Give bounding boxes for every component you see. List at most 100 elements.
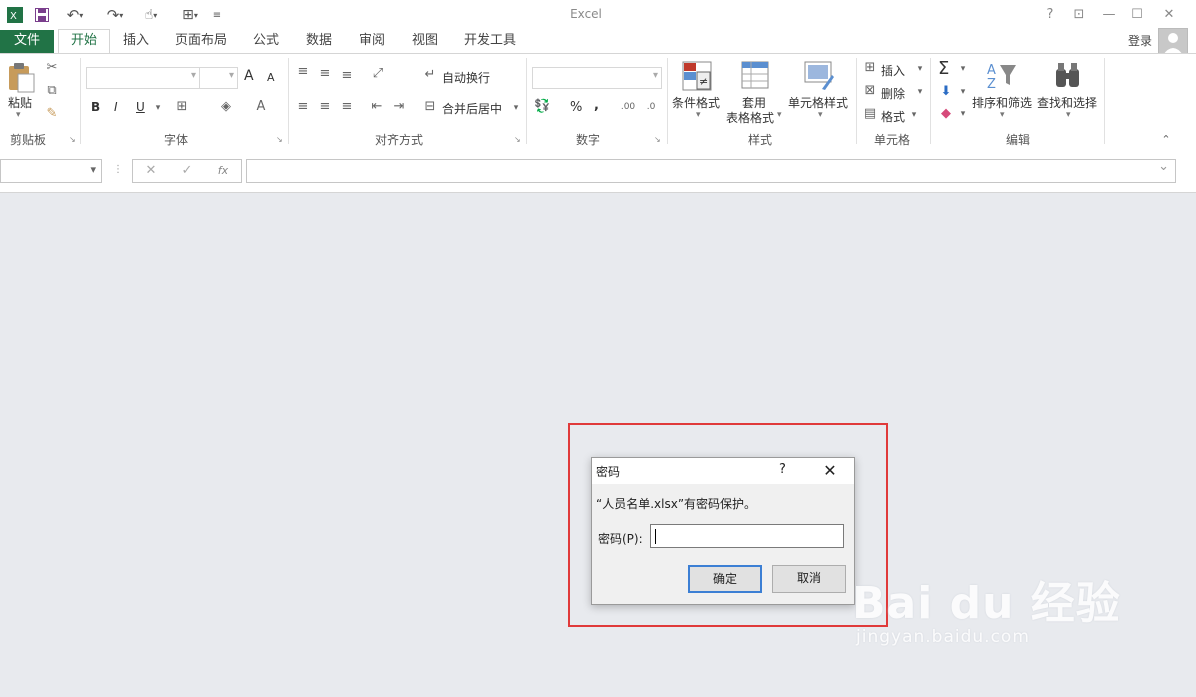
dialog-close-button[interactable]: ✕ xyxy=(818,460,842,482)
shrink-font-button[interactable]: A xyxy=(267,71,275,84)
tab-insert[interactable]: 插入 xyxy=(114,30,158,53)
sort-filter-dropdown-icon[interactable]: ▾ xyxy=(1000,110,1005,120)
tab-data[interactable]: 数据 xyxy=(297,30,341,53)
format-as-table-icon[interactable] xyxy=(741,61,771,91)
conditional-formatting-icon[interactable]: ≠ xyxy=(682,61,712,91)
table-format-dropdown-icon[interactable]: ▾ xyxy=(777,110,782,120)
name-box[interactable] xyxy=(0,159,102,183)
insert-cells-icon[interactable]: ⊞ xyxy=(862,60,878,76)
find-select-icon[interactable] xyxy=(1053,61,1083,91)
bold-button[interactable]: B xyxy=(91,100,100,114)
password-input[interactable] xyxy=(650,524,844,548)
clear-icon[interactable]: ◆ xyxy=(938,106,954,122)
align-right-icon[interactable]: ≡ xyxy=(339,99,355,115)
cancel-button[interactable]: 取消 xyxy=(772,565,846,593)
fill-dropdown-icon[interactable]: ▾ xyxy=(955,84,971,100)
enter-entry-icon[interactable]: ✓ xyxy=(179,163,195,179)
cell-styles-dropdown-icon[interactable]: ▾ xyxy=(818,110,823,120)
accounting-format-icon[interactable]: 💱 xyxy=(534,99,550,115)
close-button[interactable]: ✕ xyxy=(1156,4,1182,26)
paste-dropdown-icon[interactable]: ▾ xyxy=(16,110,21,120)
merge-center-icon[interactable]: ⊟ xyxy=(422,99,438,115)
orientation-icon[interactable]: ⤢ xyxy=(370,66,386,82)
svg-text:Z: Z xyxy=(987,77,996,91)
clipboard-launcher-icon[interactable]: ↘ xyxy=(69,135,78,144)
delete-cells-icon[interactable]: ⊠ xyxy=(862,83,878,99)
font-name-combo[interactable] xyxy=(86,67,200,89)
decrease-indent-icon[interactable]: ⇤ xyxy=(369,99,385,115)
format-cells-button[interactable]: 格式 xyxy=(881,108,905,125)
paste-button[interactable]: 粘贴 xyxy=(8,94,32,111)
font-color-icon[interactable]: A xyxy=(253,99,269,115)
borders-icon[interactable]: ⊞ xyxy=(174,99,190,115)
align-top-icon[interactable]: ≡ xyxy=(295,64,311,80)
sign-in-link[interactable]: 登录 xyxy=(1128,32,1152,49)
wrap-text-button[interactable]: 自动换行 xyxy=(442,69,490,86)
italic-button[interactable]: I xyxy=(114,100,118,114)
password-dialog: 密码 ? ✕ “人员名单.xlsx”有密码保护。 密码(P): 确定 取消 xyxy=(591,457,855,605)
increase-decimal-icon[interactable]: .00 xyxy=(620,99,636,115)
merge-dropdown-icon[interactable]: ▾ xyxy=(508,100,524,116)
find-select-button[interactable]: 查找和选择 xyxy=(1037,94,1097,111)
sort-filter-icon[interactable]: AZ xyxy=(986,61,1016,92)
insert-function-icon[interactable]: fx xyxy=(215,163,231,179)
tab-page-layout[interactable]: 页面布局 xyxy=(168,30,234,53)
format-as-table-button[interactable]: 表格格式 xyxy=(726,109,774,126)
conditional-formatting-button[interactable]: 条件格式 xyxy=(672,94,720,111)
conditional-dropdown-icon[interactable]: ▾ xyxy=(696,110,701,120)
autosum-dropdown-icon[interactable]: ▾ xyxy=(955,61,971,77)
align-bottom-icon[interactable]: ≡ xyxy=(339,68,355,84)
ribbon-display-options-icon[interactable]: ⊡ xyxy=(1066,4,1092,26)
align-left-icon[interactable]: ≡ xyxy=(295,99,311,115)
tab-file[interactable]: 文件 xyxy=(0,30,54,53)
format-dropdown-icon[interactable]: ▾ xyxy=(906,107,922,123)
find-select-dropdown-icon[interactable]: ▾ xyxy=(1066,110,1071,120)
autosum-icon[interactable]: Σ xyxy=(938,58,949,79)
format-cells-icon[interactable]: ▤ xyxy=(862,106,878,122)
format-painter-icon[interactable]: ✎ xyxy=(44,106,60,122)
align-center-icon[interactable]: ≡ xyxy=(317,99,333,115)
fill-icon[interactable]: ⬇ xyxy=(938,84,954,100)
tab-formulas[interactable]: 公式 xyxy=(244,30,288,53)
paste-icon[interactable] xyxy=(6,62,36,93)
underline-button[interactable]: U xyxy=(136,100,145,114)
alignment-launcher-icon[interactable]: ↘ xyxy=(514,135,523,144)
increase-indent-icon[interactable]: ⇥ xyxy=(391,99,407,115)
ok-button[interactable]: 确定 xyxy=(688,565,762,593)
help-button[interactable]: ? xyxy=(1037,4,1063,26)
grow-font-button[interactable]: A xyxy=(244,68,254,84)
avatar[interactable] xyxy=(1158,28,1188,56)
tab-view[interactable]: 视图 xyxy=(403,30,447,53)
percent-button[interactable]: % xyxy=(570,100,582,115)
delete-dropdown-icon[interactable]: ▾ xyxy=(912,84,928,100)
maximize-button[interactable]: ☐ xyxy=(1124,4,1150,26)
copy-icon[interactable]: ⧉ xyxy=(44,83,60,99)
underline-dropdown-icon[interactable]: ▾ xyxy=(150,100,166,116)
comma-button[interactable]: , xyxy=(594,98,599,113)
cancel-entry-icon[interactable]: ✕ xyxy=(143,163,159,179)
merge-center-button[interactable]: 合并后居中 xyxy=(442,100,502,117)
delete-cells-button[interactable]: 删除 xyxy=(881,85,905,102)
font-size-combo[interactable] xyxy=(199,67,238,89)
decrease-decimal-icon[interactable]: .0 xyxy=(643,99,659,115)
tab-developer[interactable]: 开发工具 xyxy=(457,30,523,53)
wrap-text-icon[interactable]: ↵ xyxy=(422,67,438,83)
insert-cells-button[interactable]: 插入 xyxy=(881,62,905,79)
clear-dropdown-icon[interactable]: ▾ xyxy=(955,106,971,122)
insert-dropdown-icon[interactable]: ▾ xyxy=(912,61,928,77)
tab-home[interactable]: 开始 xyxy=(58,29,110,54)
minimize-button[interactable]: — xyxy=(1096,4,1122,26)
align-middle-icon[interactable]: ≡ xyxy=(317,66,333,82)
cell-styles-icon[interactable] xyxy=(804,61,834,91)
collapse-ribbon-icon[interactable]: ⌃ xyxy=(1158,132,1174,148)
number-launcher-icon[interactable]: ↘ xyxy=(654,135,663,144)
sort-filter-button[interactable]: 排序和筛选 xyxy=(972,94,1032,111)
cell-styles-button[interactable]: 单元格样式 xyxy=(788,94,848,111)
number-format-combo[interactable] xyxy=(532,67,662,89)
dialog-help-button[interactable]: ? xyxy=(779,462,786,477)
tab-review[interactable]: 审阅 xyxy=(350,30,394,53)
font-launcher-icon[interactable]: ↘ xyxy=(276,135,285,144)
fill-color-icon[interactable]: ◈ xyxy=(218,99,234,115)
formula-input[interactable] xyxy=(246,159,1176,183)
cut-icon[interactable]: ✂ xyxy=(44,60,60,76)
